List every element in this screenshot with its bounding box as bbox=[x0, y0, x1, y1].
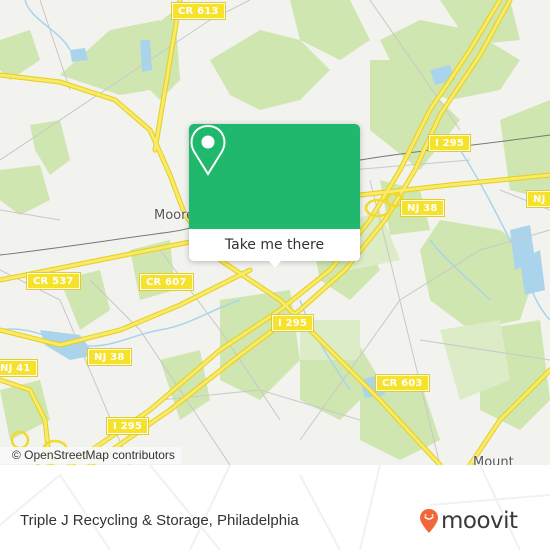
map-view[interactable]: CR 613 I 295 NJ 38 NJ CR 537 CR 607 I 29… bbox=[0, 0, 550, 465]
road-label-cr537: CR 537 bbox=[27, 273, 80, 289]
popup-pointer bbox=[268, 260, 282, 268]
take-me-there-label: Take me there bbox=[224, 237, 325, 253]
take-me-there-button[interactable]: Take me there bbox=[189, 229, 360, 261]
road-label-nj38-left: NJ 38 bbox=[88, 349, 131, 365]
road-label-cr613: CR 613 bbox=[172, 3, 225, 19]
place-label-mount: Mount bbox=[473, 455, 514, 465]
road-label-i295: I 295 bbox=[429, 135, 471, 151]
road-label-nj38-edge: NJ bbox=[527, 191, 550, 207]
map-attribution[interactable]: © OpenStreetMap contributors bbox=[0, 447, 181, 464]
road-label-cr607: CR 607 bbox=[140, 274, 193, 290]
road-label-i295-bottom: I 295 bbox=[107, 418, 149, 434]
popup-header bbox=[189, 124, 360, 229]
place-title: Triple J Recycling & Storage, Philadelph… bbox=[20, 512, 299, 529]
road-label-nj41: NJ 41 bbox=[0, 360, 37, 376]
moovit-wordmark: moovit bbox=[441, 508, 518, 534]
road-label-cr603: CR 603 bbox=[376, 375, 429, 391]
location-popup: Take me there bbox=[189, 124, 360, 268]
map-pin-icon bbox=[190, 124, 226, 176]
road-label-nj38: NJ 38 bbox=[401, 200, 444, 216]
moovit-pin-icon bbox=[420, 509, 438, 533]
road-label-i295-mid: I 295 bbox=[272, 315, 314, 331]
moovit-logo[interactable]: moovit bbox=[419, 508, 518, 534]
